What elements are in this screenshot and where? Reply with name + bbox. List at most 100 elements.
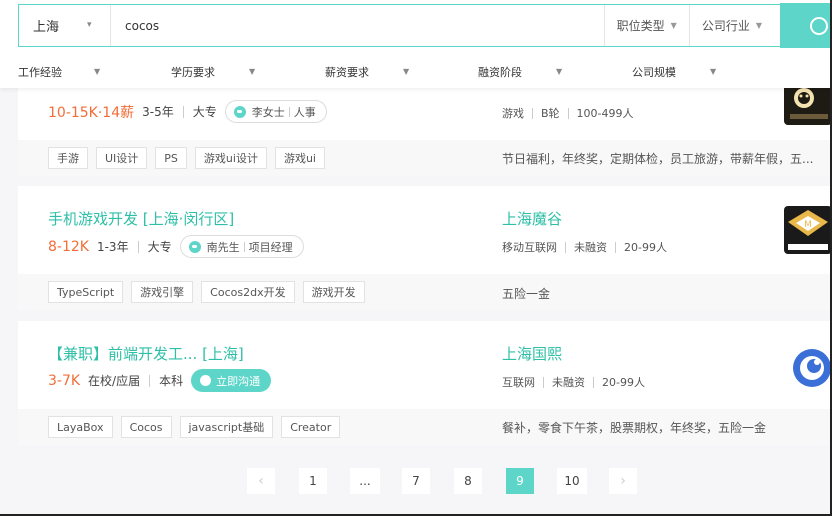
chevron-right-icon: › <box>620 473 626 489</box>
company-logo[interactable] <box>784 342 832 390</box>
job-card-3-header[interactable]: 【兼职】前端开发工... [上海] 3-7K 在校/应届 本科 立即沟通 上海国… <box>18 321 832 409</box>
filter-education[interactable]: 学历要求 ▼ <box>171 64 255 80</box>
skill-tag: UI设计 <box>96 147 148 169</box>
chevron-down-icon: ▼ <box>94 67 101 76</box>
recruiter-name: 李女士 <box>251 105 285 119</box>
divider <box>567 107 569 119</box>
company-name[interactable]: 上海魔谷 <box>502 208 562 229</box>
divider <box>593 376 594 388</box>
education: 本科 <box>159 374 184 388</box>
page-button[interactable]: 8 <box>454 468 482 494</box>
company-size: 20-99人 <box>624 241 667 254</box>
next-page-button[interactable]: › <box>609 468 637 494</box>
industry: 互联网 <box>502 376 535 389</box>
company-name[interactable]: 上海国熙 <box>502 343 562 364</box>
logo-graphic <box>793 349 831 387</box>
job-meta: 8-12K 1-3年 大专 南先生 项目经理 <box>48 235 304 258</box>
job-title[interactable]: 【兼职】前端开发工... [上海] <box>48 343 244 364</box>
skill-tag: TypeScript <box>48 281 124 303</box>
chevron-down-icon: ▼ <box>556 67 563 76</box>
recruiter-badge[interactable]: 南先生 项目经理 <box>179 235 304 258</box>
experience: 3-5年 <box>142 105 174 119</box>
skill-tag: 游戏开发 <box>302 281 365 303</box>
filter-company-size[interactable]: 公司规模 ▼ <box>632 64 716 80</box>
salary: 10-15K·14薪 <box>48 104 135 121</box>
filter-bar: 工作经验 ▼ 学历要求 ▼ 薪资要求 ▼ 融资阶段 ▼ 公司规模 ▼ <box>0 56 832 88</box>
company-logo[interactable]: M <box>784 206 832 254</box>
city-selector[interactable]: 上海 ▾ <box>19 5 111 46</box>
chevron-down-icon: ▼ <box>710 67 717 76</box>
company-meta: 游戏 B轮 100-499人 <box>502 105 634 121</box>
job-meta: 3-7K 在校/应届 本科 立即沟通 <box>48 369 272 392</box>
search-icon <box>810 16 828 35</box>
chevron-down-icon: ▾ <box>87 20 92 30</box>
chat-icon <box>188 240 201 253</box>
benefits: 五险一金 <box>502 287 551 301</box>
chat-icon <box>233 105 246 118</box>
job-type-dropdown[interactable]: 职位类型 ▼ <box>603 5 689 46</box>
skill-tag: 手游 <box>48 147 88 169</box>
job-card-1-footer: 手游 UI设计 PS 游戏ui设计 游戏ui 节日福利，年终奖，定期体检，员工旅… <box>18 140 832 176</box>
company-size: 20-99人 <box>602 376 645 389</box>
filter-label: 融资阶段 <box>478 66 522 79</box>
filter-salary[interactable]: 薪资要求 ▼ <box>325 64 409 80</box>
filter-label: 工作经验 <box>18 66 62 79</box>
job-card-2-header[interactable]: 手机游戏开发 [上海·闵行区] 8-12K 1-3年 大专 南先生 项目经理 上… <box>18 186 832 274</box>
page-button[interactable]: 10 <box>557 468 587 494</box>
recruiter-badge[interactable]: 李女士 人事 <box>224 100 327 123</box>
salary: 8-12K <box>48 238 89 255</box>
chat-icon <box>200 375 212 386</box>
svg-text:M: M <box>804 220 812 230</box>
job-card-2-footer: TypeScript 游戏引擎 Cocos2dx开发 游戏开发 五险一金 <box>18 274 832 310</box>
skill-tag: Cocos2dx开发 <box>201 281 295 303</box>
skill-tag: LayaBox <box>48 416 113 438</box>
skill-tag: 游戏ui <box>274 147 325 169</box>
filter-label: 公司规模 <box>632 66 676 79</box>
chevron-left-icon: ‹ <box>258 473 264 489</box>
search-input[interactable]: cocos <box>111 5 604 46</box>
divider <box>532 107 533 119</box>
filter-experience[interactable]: 工作经验 ▼ <box>18 64 100 80</box>
skill-tags: TypeScript 游戏引擎 Cocos2dx开发 游戏开发 <box>48 281 365 303</box>
logo-graphic <box>790 88 828 119</box>
divider <box>615 241 616 253</box>
job-meta: 10-15K·14薪 3-5年 大专 李女士 人事 <box>48 100 327 123</box>
divider <box>543 376 544 388</box>
skill-tags: LayaBox Cocos javascript基础 Creator <box>48 416 341 438</box>
chevron-down-icon: ▼ <box>249 67 256 76</box>
city-label: 上海 <box>33 20 60 35</box>
page-button[interactable]: 1 <box>299 468 327 494</box>
search-button[interactable] <box>780 3 832 48</box>
job-card-1-header[interactable]: 10-15K·14薪 3-5年 大专 李女士 人事 游戏 B轮 100-499人 <box>18 88 832 140</box>
filter-funding[interactable]: 融资阶段 ▼ <box>478 64 562 80</box>
experience: 在校/应届 <box>88 374 141 388</box>
chevron-down-icon: ▼ <box>755 21 762 30</box>
divider <box>565 241 566 253</box>
search-bar-area: 上海 ▾ cocos 职位类型 ▼ 公司行业 ▼ <box>0 0 832 56</box>
benefits: 节日福利，年终奖，定期体检，员工旅游，带薪年假，五... <box>502 152 814 166</box>
funding-stage: 未融资 <box>574 241 607 254</box>
page-button-current[interactable]: 9 <box>506 468 534 494</box>
funding-stage: 未融资 <box>552 376 585 389</box>
divider <box>243 241 245 252</box>
chevron-down-icon: ▼ <box>403 67 410 76</box>
company-size: 100-499人 <box>576 107 634 120</box>
job-type-label: 职位类型 <box>616 19 665 33</box>
chevron-down-icon: ▼ <box>670 21 677 30</box>
skill-tags: 手游 UI设计 PS 游戏ui设计 游戏ui <box>48 147 325 169</box>
skill-tag: Cocos <box>120 416 172 438</box>
job-title[interactable]: 手机游戏开发 [上海·闵行区] <box>48 208 234 229</box>
divider <box>288 106 290 117</box>
chat-now-button[interactable]: 立即沟通 <box>191 369 272 392</box>
skill-tag: 游戏ui设计 <box>194 147 267 169</box>
page-button[interactable]: 7 <box>402 468 430 494</box>
skill-tag: Creator <box>281 416 341 438</box>
filter-label: 薪资要求 <box>325 66 369 79</box>
company-meta: 互联网 未融资 20-99人 <box>502 374 645 390</box>
recruiter-name: 南先生 <box>206 240 240 254</box>
prev-page-button[interactable]: ‹ <box>247 468 275 494</box>
skill-tag: javascript基础 <box>179 416 274 438</box>
chat-now-label: 立即沟通 <box>216 374 261 388</box>
company-logo[interactable] <box>784 84 832 125</box>
industry-dropdown[interactable]: 公司行业 ▼ <box>688 5 780 46</box>
